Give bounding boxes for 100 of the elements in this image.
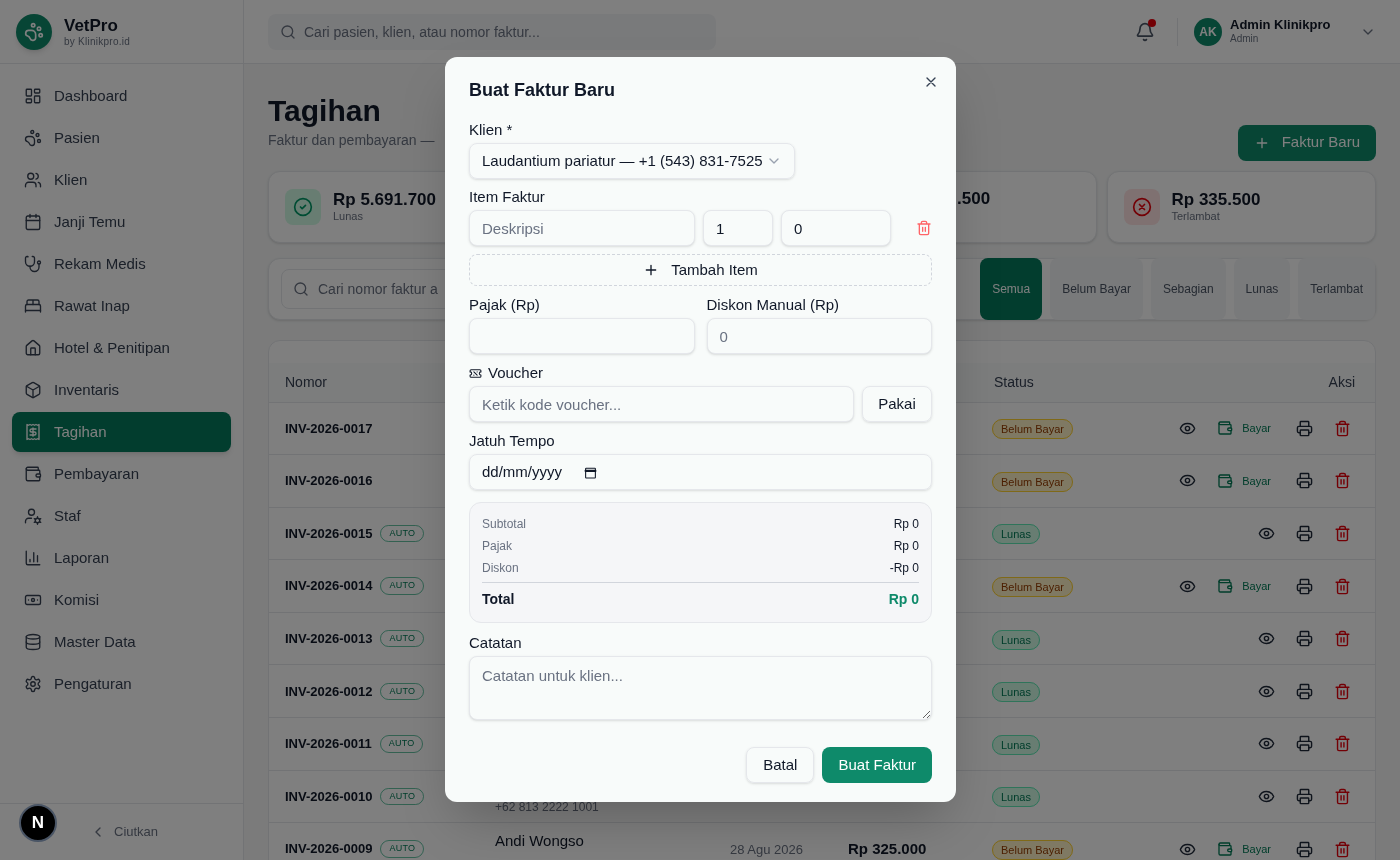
status-badge: Lunas [992,682,1040,703]
delete-button[interactable] [1334,577,1351,595]
field-label: Catatan [469,634,522,652]
remove-item-button[interactable] [916,220,932,236]
house-icon [24,339,42,357]
nav-item[interactable]: Tagihan [12,412,231,452]
calendar-icon [24,213,42,231]
print-button[interactable] [1296,787,1313,805]
filter-tab[interactable]: Semua [980,257,1043,320]
print-button[interactable] [1296,419,1313,437]
print-button[interactable] [1296,577,1313,595]
notes-field[interactable]: Catatan untuk klien... [469,656,932,720]
delete-button[interactable] [1334,735,1351,753]
client-select[interactable]: Laudantium pariatur — +1 (543) 831-7525 [469,143,795,179]
add-item-button[interactable]: Tambah Item [469,254,932,286]
print-button[interactable] [1296,840,1313,858]
summary-label: Subtotal [482,516,527,533]
delete-button[interactable] [1334,682,1351,700]
column-header: Nomor [285,372,327,392]
print-button[interactable] [1296,472,1313,490]
discount-field[interactable]: 0 [706,318,932,354]
print-button[interactable] [1296,735,1313,753]
stat-value: .500 [957,187,991,210]
page-title: Tagihan [268,93,382,129]
invoice-number: INV-2026-0009 [285,840,373,859]
invoice-number: INV-2026-0010 [285,787,373,806]
delete-button[interactable] [1334,787,1351,805]
ticket-icon [469,366,482,380]
tax-field[interactable] [469,318,695,354]
trash-icon [1334,787,1351,805]
trash-icon [1334,682,1351,700]
nav-item[interactable]: Dashboard [12,76,231,116]
nav-item[interactable]: Rawat Inap [12,286,231,326]
delete-button[interactable] [1334,472,1351,490]
filter-tab[interactable]: Terlambat [1298,257,1375,320]
filter-tab[interactable]: Sebagian [1150,257,1226,320]
delete-button[interactable] [1334,419,1351,437]
trash-icon [1334,472,1351,490]
quantity-field[interactable]: 1 [703,210,773,246]
invoice-number: INV-2026-0013 [285,629,373,648]
pay-button[interactable]: Bayar [1217,420,1271,437]
trash-icon [1334,735,1351,753]
pay-button[interactable]: Bayar [1217,840,1271,858]
filter-tab[interactable]: Lunas [1233,257,1291,320]
delete-button[interactable] [1334,525,1351,542]
field-label: Diskon Manual (Rp) [706,296,840,314]
nav-item[interactable]: Pengaturan [12,664,231,704]
dialog-title: Buat Faktur Baru [469,79,617,102]
wallet-icon [24,465,42,483]
description-field[interactable]: Deskripsi [469,210,695,246]
print-button[interactable] [1296,630,1313,648]
due-date-field[interactable]: dd/mm/yyyy [469,454,932,490]
search-field[interactable]: Cari pasien, klien, atau nomor faktur... [268,13,716,50]
nav-item[interactable]: Janji Temu [12,202,231,242]
printer-icon [1296,630,1313,648]
user-role: Admin [1230,33,1260,46]
print-button[interactable] [1296,525,1313,542]
new-invoice-button[interactable]: Faktur Baru [1237,124,1376,161]
nav-item[interactable]: Pembayaran [12,454,231,494]
view-button[interactable] [1258,525,1275,542]
nav-item[interactable]: Inventaris [12,370,231,410]
nav-item[interactable]: Klien [12,160,231,200]
field-label: Item Faktur [469,188,545,206]
user-avatar: AK [1194,17,1222,46]
wallet-icon [1217,841,1234,858]
field-label: Klien * [469,121,513,139]
nav-item[interactable]: Laporan [12,538,231,578]
pay-button[interactable]: Bayar [1217,472,1271,490]
voucher-field[interactable]: Ketik kode voucher... [469,386,854,422]
paw-icon [24,129,42,147]
bell-icon [1135,21,1155,42]
nav-item[interactable]: Rekam Medis [12,244,231,284]
database-icon [24,633,42,651]
summary-label: Diskon [482,560,519,577]
summary-value: Rp 0 [893,538,919,555]
create-invoice-button[interactable]: Buat Faktur [822,747,932,783]
wallet-icon [1217,420,1234,437]
cancel-button[interactable]: Batal [746,747,815,783]
nav-item[interactable]: Staf [12,496,231,536]
print-button[interactable] [1296,682,1313,700]
user-menu[interactable]: AK Admin Klinikpro Admin [1194,17,1376,46]
price-field[interactable]: 0 [781,210,891,246]
nav-item[interactable]: Komisi [12,580,231,620]
delete-button[interactable] [1334,630,1351,648]
nav-item[interactable]: Master Data [12,622,231,662]
stat-label: Lunas [333,210,364,224]
pay-button[interactable]: Bayar [1217,577,1271,595]
apply-voucher-button[interactable]: Pakai [862,386,932,422]
collapse-button[interactable]: Ciutkan [90,822,159,842]
nav-item[interactable]: Hotel & Penitipan [12,328,231,368]
nav-item[interactable]: Pasien [12,118,231,158]
filter-tab[interactable]: Belum Bayar [1050,257,1143,320]
summary-label: Pajak [482,538,513,555]
status-badge: Belum Bayar [992,840,1073,860]
delete-button[interactable] [1334,840,1351,858]
users-icon [24,171,42,189]
printer-icon [1296,840,1313,858]
brand-name: VetPro [64,14,119,36]
invoice-number: INV-2026-0017 [285,419,373,438]
brand-tagline: by Klinikpro.id [64,35,130,49]
